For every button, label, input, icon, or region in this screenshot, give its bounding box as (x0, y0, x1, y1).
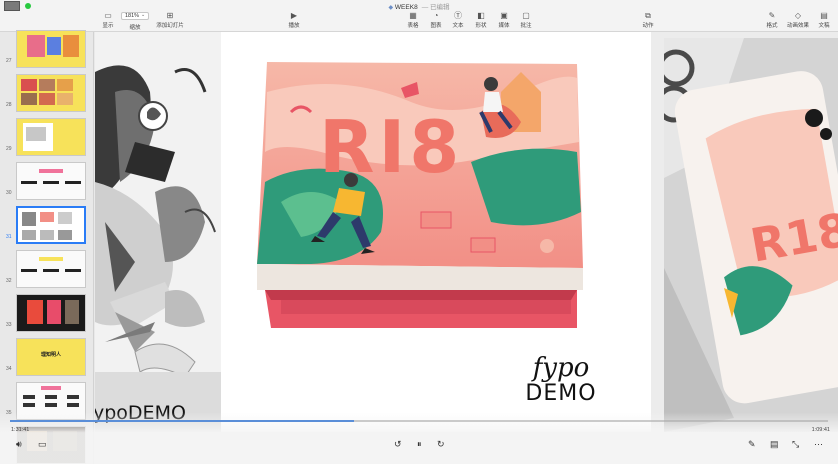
slide-thumbnail-29[interactable]: 29 (0, 116, 94, 162)
box-lettering: RI8 (319, 105, 463, 189)
grayscale-illustration (95, 32, 221, 432)
left-photo[interactable]: ypoDEMO (95, 32, 221, 432)
slide-34-title: 理知明人 (40, 352, 61, 358)
slide-thumbnail-33[interactable]: 33 (0, 292, 94, 338)
document-label: 文稿 (818, 23, 830, 29)
pencil-icon[interactable]: ✎ (748, 439, 756, 450)
forward-icon[interactable]: ↻ (437, 439, 445, 450)
chart-label: 图表 (430, 23, 442, 29)
table-label: 表格 (407, 23, 419, 29)
chart-button[interactable]: ◔ 图表 (428, 11, 444, 31)
brand-script: fypo (532, 353, 590, 383)
slide-preview: 理知明人 (16, 338, 86, 376)
slide-preview (16, 206, 86, 244)
total-time: 1:09:41 (811, 427, 830, 433)
slide-number: 32 (6, 278, 12, 284)
plus-square-icon: ⊞ (166, 11, 174, 20)
play-label: 播放 (288, 23, 300, 29)
slide-thumbnail-30[interactable]: 30 (0, 160, 94, 206)
document-edited-status: — 已编辑 (421, 4, 450, 11)
slide-number: 27 (6, 58, 12, 64)
chart-icon: ◔ (433, 11, 439, 20)
text-box-icon: Ⓣ (454, 11, 462, 20)
comment-icon: ▢ (522, 11, 530, 20)
media-label: 媒体 (498, 23, 510, 29)
document-title: ◆ WEEK8— 已编辑 (0, 1, 838, 11)
document-button[interactable]: ▤ 文稿 (816, 11, 832, 31)
slide-navigator: 27 28 29 30 31 32 33 34 理知明人 (0, 30, 94, 464)
rewind-icon[interactable]: ↺ (394, 439, 402, 450)
slide-thumbnail-31[interactable]: 31 (0, 204, 94, 250)
animate-effect-button[interactable]: ◇ 动画效果 (786, 11, 810, 31)
volume-icon[interactable]: 🔊︎ (16, 439, 22, 450)
collaborate-icon: ⧉ (645, 11, 651, 20)
slide-preview (16, 294, 86, 332)
slide-number: 29 (6, 146, 12, 152)
zoom-button[interactable]: 缩放 (125, 22, 145, 31)
animate-effect-label: 动画效果 (786, 23, 809, 29)
slide-thumbnail-32[interactable]: 32 (0, 248, 94, 294)
slide-preview (16, 250, 86, 288)
slide-thumbnail-28[interactable]: 28 (0, 72, 94, 118)
playback-controls: 1:31:41 1:09:41 🔊︎ ▭ ↺ ⏸︎ ↻ ✎ ▤ ⤡ ⋯ (0, 412, 838, 464)
slide-number: 30 (6, 190, 12, 196)
shape-button[interactable]: ◧ 形状 (473, 11, 489, 31)
progress-fill (10, 420, 354, 422)
animate-button[interactable]: ⧉ 动作 (640, 11, 656, 31)
shape-label: 形状 (475, 23, 487, 29)
play-icon: ▶ (290, 11, 298, 20)
play-button[interactable]: ▶ 播放 (286, 11, 302, 31)
keynote-window: ◆ WEEK8— 已编辑 ▭ 显示 181% ⌄ 缩放 ⊞ 添加幻灯片 ▶ 播放… (0, 0, 838, 464)
current-time: 1:31:41 (11, 427, 30, 433)
brand-logo: fypo DEMO (521, 354, 601, 406)
slide-thumbnail-34[interactable]: 34 理知明人 (0, 336, 94, 382)
more-icon[interactable]: ⋯ (814, 439, 823, 450)
document-icon: ◆ (388, 5, 394, 11)
caption-icon[interactable]: ▤ (770, 439, 779, 450)
subtitles-icon[interactable]: ▭ (38, 439, 47, 450)
chevron-down-icon: ⌄ (141, 12, 146, 18)
animate-label: 动作 (642, 23, 654, 29)
paintbrush-icon: ✎ (768, 11, 776, 20)
document-icon: ▤ (820, 11, 828, 20)
slide-canvas: ypoDEMO (95, 32, 838, 464)
image-icon: ▣ (500, 11, 508, 20)
add-slide-button[interactable]: ⊞ 添加幻灯片 (155, 11, 185, 31)
zoom-label: 缩放 (129, 25, 141, 31)
table-icon: ▦ (409, 11, 417, 20)
document-title-text: WEEK8 (394, 4, 418, 11)
comment-button[interactable]: ▢ 批注 (518, 11, 534, 31)
right-photo[interactable]: R18 (664, 38, 838, 432)
view-label: 显示 (102, 23, 114, 29)
shape-icon: ◧ (477, 11, 485, 20)
comment-label: 批注 (520, 23, 532, 29)
text-button[interactable]: Ⓣ 文本 (450, 11, 466, 31)
table-button[interactable]: ▦ 表格 (405, 11, 421, 31)
toolbar: ◆ WEEK8— 已编辑 ▭ 显示 181% ⌄ 缩放 ⊞ 添加幻灯片 ▶ 播放… (0, 0, 838, 32)
view-button[interactable]: ▭ 显示 (99, 11, 117, 31)
slide-preview (16, 118, 86, 156)
slide-number: 31 (6, 234, 12, 240)
phone-case-photo: R18 (664, 38, 838, 432)
slide-preview (16, 162, 86, 200)
slide-number: 34 (6, 366, 12, 372)
format-button[interactable]: ✎ 格式 (764, 11, 780, 31)
pause-icon[interactable]: ⏸︎ (417, 439, 422, 450)
slide-number: 28 (6, 102, 12, 108)
slide-thumbnail-27[interactable]: 27 (0, 28, 94, 74)
slide-preview (16, 30, 86, 68)
exit-fullscreen-icon[interactable]: ⤡ (792, 439, 799, 450)
sidebar-icon: ▭ (104, 11, 112, 20)
progress-bar[interactable] (10, 420, 828, 422)
diamond-icon: ◇ (794, 11, 802, 20)
text-label: 文本 (452, 23, 464, 29)
slide-number: 33 (6, 322, 12, 328)
slide-preview (16, 74, 86, 112)
add-slide-label: 添加幻灯片 (156, 23, 184, 29)
brand-demo: DEMO (525, 381, 597, 406)
media-button[interactable]: ▣ 媒体 (496, 11, 512, 31)
format-label: 格式 (766, 23, 778, 29)
main-slide[interactable]: RI8 fypo DEMO (221, 32, 651, 432)
